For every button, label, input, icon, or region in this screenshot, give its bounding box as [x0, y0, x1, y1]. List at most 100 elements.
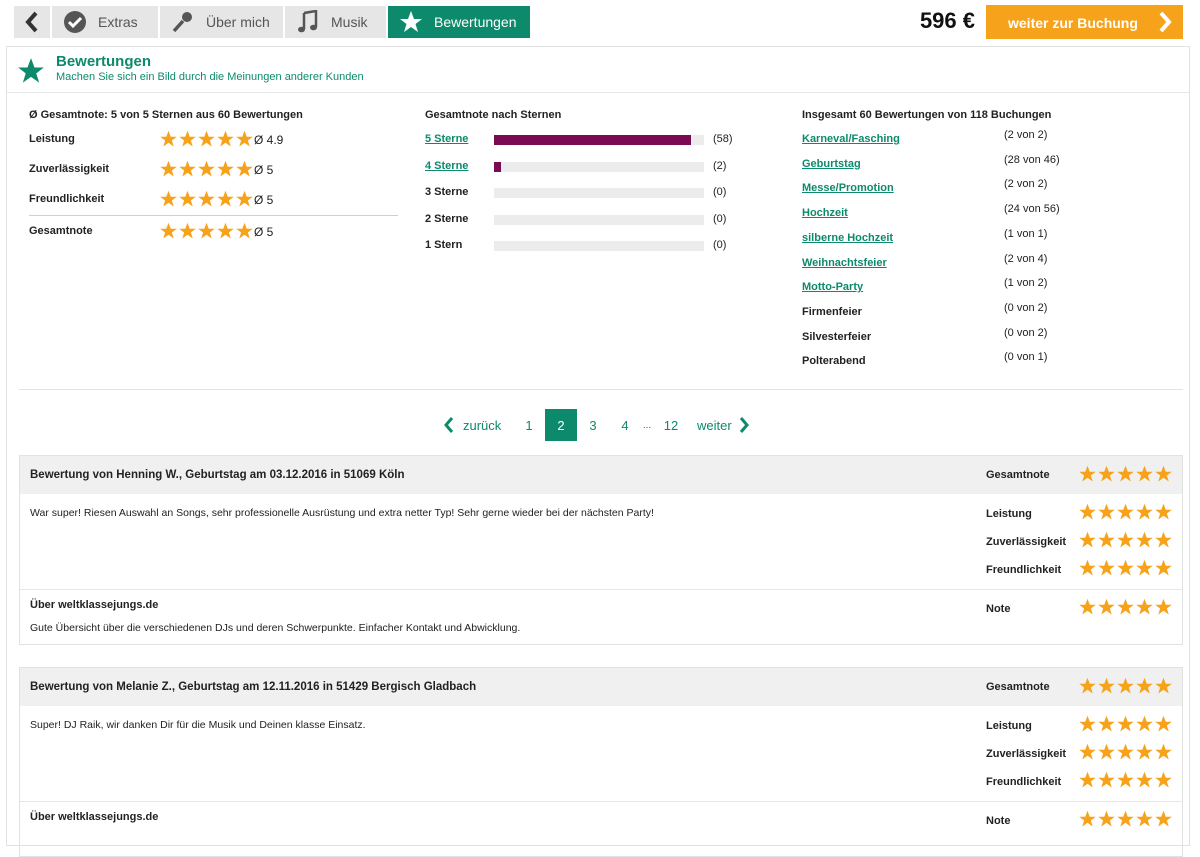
distribution-bar-track [494, 135, 704, 145]
star-icon [179, 160, 196, 177]
pagination-page-4[interactable]: 4 [611, 409, 639, 441]
review-rating-label: Freundlichkeit [986, 564, 1062, 576]
star-icon [160, 130, 177, 147]
star-filter-link: 3 Sterne [425, 186, 469, 198]
pagination-page-12[interactable]: 12 [657, 409, 685, 441]
star-icon [179, 130, 196, 147]
star-rating [1078, 503, 1173, 521]
tab-label: Bewertungen [434, 14, 517, 30]
star-icon [1079, 771, 1096, 788]
star-icon [198, 222, 215, 239]
chevron-left-icon [25, 11, 38, 33]
star-icon [1098, 715, 1115, 732]
star-icon [1117, 503, 1134, 520]
star-icon [236, 190, 253, 207]
occasion-link[interactable]: Messe/Promotion [802, 182, 894, 194]
distribution-count: (0) [713, 239, 727, 251]
star-icon [1155, 559, 1172, 576]
summary-avg: Ø 5 [254, 163, 274, 177]
star-icon [1117, 810, 1134, 827]
occasion-link[interactable]: Motto-Party [802, 281, 863, 293]
pagination-prev-label: zurück [463, 417, 502, 433]
occasion-count: (0 von 1) [1004, 351, 1048, 364]
pagination-next[interactable]: weiter [697, 409, 757, 441]
review-rating-label: Leistung [986, 720, 1032, 732]
review-divider [20, 589, 1182, 590]
star-icon [236, 160, 253, 177]
star-icon [198, 190, 215, 207]
star-rating [1078, 715, 1173, 733]
total-price: 596 € [919, 8, 975, 33]
star-rating [1078, 743, 1173, 761]
review-site-text: Gute Übersicht über die verschiedenen DJ… [30, 622, 521, 634]
review-title: Bewertung von Henning W., Geburtstag am … [30, 469, 405, 481]
star-rating [159, 160, 254, 178]
star-icon [1079, 743, 1096, 760]
occasion-link[interactable]: Karneval/Fasching [802, 133, 900, 145]
star-icon [1136, 771, 1153, 788]
pagination-page-1[interactable]: 1 [515, 409, 543, 441]
star-icon [1136, 503, 1153, 520]
star-filter-link[interactable]: 4 Sterne [425, 160, 468, 172]
microphone-icon [168, 7, 198, 37]
tab-bewertungen[interactable]: Bewertungen [388, 6, 530, 38]
summary-divider [29, 215, 398, 216]
star-icon [1155, 465, 1172, 482]
section-header: Bewertungen Machen Sie sich ein Bild dur… [7, 47, 1189, 93]
review-divider [20, 801, 1182, 802]
distribution-bar-track [494, 214, 704, 225]
review-rating-label: Zuverlässigkeit [986, 536, 1067, 548]
star-icon [198, 130, 215, 147]
check-badge-icon [60, 7, 90, 37]
star-icon [179, 190, 196, 207]
star-icon [1079, 503, 1096, 520]
pagination-page-2[interactable]: 2 [545, 409, 577, 441]
review-card: Bewertung von Henning W., Geburtstag am … [19, 455, 1183, 645]
tab-label: Extras [98, 14, 138, 30]
summary-label-leistung: Leistung [29, 133, 75, 145]
star-icon [1117, 559, 1134, 576]
occasion-link[interactable]: Geburtstag [802, 158, 861, 170]
occasion-count: (24 von 56) [1004, 203, 1060, 216]
star-icon [1155, 771, 1172, 788]
occasion-count: (28 von 46) [1004, 153, 1060, 166]
review-overall-label: Gesamtnote [986, 469, 1050, 481]
star-icon [1098, 598, 1115, 615]
back-button[interactable] [14, 6, 50, 38]
distribution-bar-track [494, 188, 704, 198]
continue-booking-button[interactable]: weiter zur Buchung [986, 5, 1183, 39]
occasion-count: (2 von 2) [1004, 178, 1048, 191]
review-header: Bewertung von Henning W., Geburtstag am … [20, 456, 1182, 494]
star-icon [1155, 598, 1172, 615]
occasion-link[interactable]: Weihnachtsfeier [802, 257, 887, 269]
review-site-title: Über weltklassejungs.de [30, 599, 159, 611]
tab-ueber-mich[interactable]: Über mich [160, 6, 283, 38]
pagination-page-3[interactable]: 3 [579, 409, 607, 441]
occasions-title: Insgesamt 60 Bewertungen von 118 Buchung… [802, 109, 1052, 121]
star-icon [1155, 503, 1172, 520]
music-note-icon [293, 7, 323, 37]
occasion-count: (1 von 2) [1004, 277, 1048, 290]
occasion-count: (2 von 2) [1004, 129, 1048, 141]
star-icon [1136, 559, 1153, 576]
star-icon [1117, 677, 1134, 694]
occasion-count: (2 von 4) [1004, 252, 1048, 265]
occasion-link[interactable]: silberne Hochzeit [802, 232, 893, 244]
star-filter-link[interactable]: 5 Sterne [425, 133, 468, 145]
distribution-title: Gesamtnote nach Sternen [425, 109, 562, 121]
tab-musik[interactable]: Musik [285, 6, 386, 38]
star-icon [179, 222, 196, 239]
star-icon [198, 160, 215, 177]
star-rating [1078, 598, 1173, 616]
star-icon [1136, 715, 1153, 732]
star-rating [159, 190, 254, 208]
occasion-link: Polterabend [802, 355, 866, 368]
star-icon [1155, 810, 1172, 827]
pagination-prev[interactable]: zurück [443, 409, 507, 441]
occasion-link[interactable]: Hochzeit [802, 207, 848, 219]
tab-extras[interactable]: Extras [52, 6, 158, 38]
star-rating [1078, 810, 1173, 828]
star-filter-link: 1 Stern [425, 239, 463, 251]
summary-label-freundlichkeit: Freundlichkeit [29, 193, 105, 205]
review-note-label: Note [986, 603, 1011, 615]
